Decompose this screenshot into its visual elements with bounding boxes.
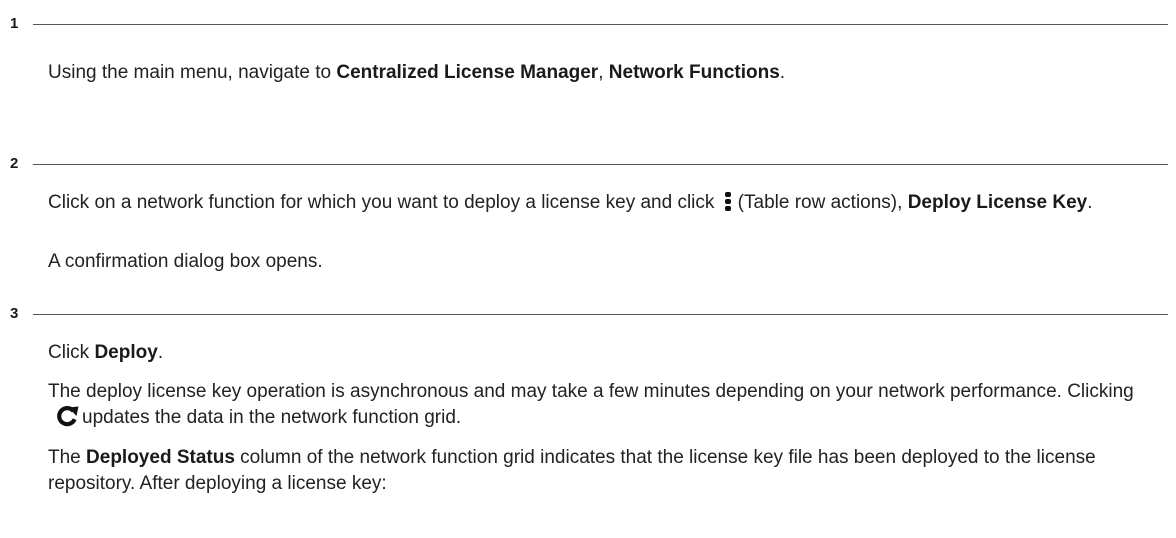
step-header: 3 bbox=[0, 302, 1176, 326]
step-header: 1 bbox=[0, 12, 1176, 36]
text: (Table row actions), bbox=[737, 192, 908, 213]
step-divider bbox=[33, 314, 1168, 315]
menu-path-centralized-license-manager: Centralized License Manager bbox=[336, 62, 599, 83]
menu-path-network-functions: Network Functions bbox=[608, 62, 780, 83]
text: Click bbox=[48, 342, 95, 363]
text: updates the data in the network function… bbox=[82, 407, 462, 428]
refresh-icon bbox=[57, 406, 79, 427]
text: , bbox=[598, 62, 609, 83]
step-1: 1 Using the main menu, navigate to Centr… bbox=[0, 12, 1176, 83]
text: The deploy license key operation is asyn… bbox=[48, 381, 1134, 402]
step-number: 3 bbox=[10, 305, 19, 322]
step-divider bbox=[33, 164, 1168, 165]
text: . bbox=[1087, 192, 1093, 213]
column-name-deployed-status: Deployed Status bbox=[86, 447, 235, 468]
text: Using the main menu, navigate to bbox=[48, 62, 337, 83]
step-1-instruction: Using the main menu, navigate to Central… bbox=[48, 60, 1158, 86]
text: . bbox=[779, 62, 786, 83]
button-name-deploy: Deploy bbox=[94, 342, 158, 363]
step-number: 2 bbox=[10, 155, 19, 172]
step-divider bbox=[33, 24, 1168, 25]
step-2: 2 Click on a network function for which … bbox=[0, 152, 1176, 272]
step-3-status-note: The Deployed Status column of the networ… bbox=[48, 445, 1158, 497]
step-2-instruction: Click on a network function for which yo… bbox=[48, 190, 1158, 216]
step-number: 1 bbox=[10, 15, 19, 32]
step-3-info: The deploy license key operation is asyn… bbox=[48, 379, 1158, 431]
text: . bbox=[157, 342, 164, 363]
menu-item-deploy-license-key: Deploy License Key bbox=[907, 192, 1088, 213]
step-2-result: A confirmation dialog box opens. bbox=[48, 251, 323, 272]
step-header: 2 bbox=[0, 152, 1176, 176]
step-3: 3 Click Deploy. The deploy license key o… bbox=[0, 302, 1176, 494]
text: The bbox=[48, 447, 87, 468]
text: Click on a network function for which yo… bbox=[48, 192, 720, 213]
table-row-actions-icon bbox=[724, 191, 732, 211]
step-3-instruction: Click Deploy. bbox=[48, 340, 1158, 366]
